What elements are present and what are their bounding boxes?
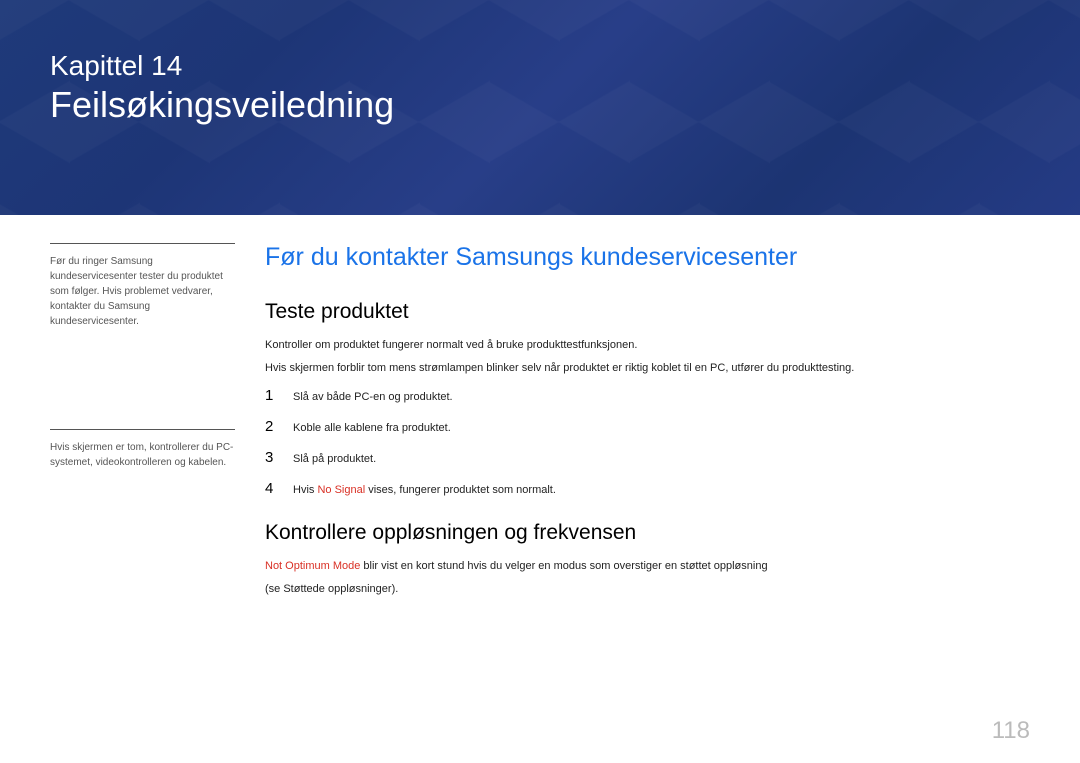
page-number: 118: [992, 717, 1030, 745]
step-number: 3: [265, 449, 293, 466]
chapter-label: Kapittel 14: [50, 50, 1080, 82]
body-text: Hvis skjermen forblir tom mens strømlamp…: [265, 359, 1030, 378]
step-suffix: vises, fungerer produktet som normalt.: [365, 484, 556, 496]
body-text: Not Optimum Mode blir vist en kort stund…: [265, 557, 1030, 576]
content-area: Før du ringer Samsung kundeservicesenter…: [0, 215, 1080, 603]
step-text: Hvis No Signal vises, fungerer produktet…: [293, 484, 556, 496]
step-prefix: Hvis: [293, 484, 317, 496]
subsection-title-2: Kontrollere oppløsningen og frekvensen: [265, 521, 1030, 545]
steps-list: 1 Slå av både PC-en og produktet. 2 Kobl…: [265, 387, 1030, 497]
chapter-banner: Kapittel 14 Feilsøkingsveiledning: [0, 0, 1080, 215]
body-text: Kontroller om produktet fungerer normalt…: [265, 336, 1030, 355]
side-note-1: Før du ringer Samsung kundeservicesenter…: [50, 243, 235, 329]
step-text: Koble alle kablene fra produktet.: [293, 422, 451, 434]
step-number: 2: [265, 418, 293, 435]
step-item: 3 Slå på produktet.: [265, 449, 1030, 466]
step-item: 1 Slå av både PC-en og produktet.: [265, 387, 1030, 404]
step-number: 4: [265, 480, 293, 497]
step-text: Slå på produktet.: [293, 453, 376, 465]
not-optimum-highlight: Not Optimum Mode: [265, 560, 360, 572]
step-item: 4 Hvis No Signal vises, fungerer produkt…: [265, 480, 1030, 497]
section-title: Før du kontakter Samsungs kundeservicese…: [265, 243, 1030, 272]
step-number: 1: [265, 387, 293, 404]
subsection-title-1: Teste produktet: [265, 300, 1030, 324]
chapter-title: Feilsøkingsveiledning: [50, 84, 1080, 126]
main-content: Før du kontakter Samsungs kundeservicese…: [255, 243, 1030, 603]
body-text: (se Støttede oppløsninger).: [265, 580, 1030, 599]
step-item: 2 Koble alle kablene fra produktet.: [265, 418, 1030, 435]
sidebar: Før du ringer Samsung kundeservicesenter…: [50, 243, 255, 603]
body-text-rest: blir vist en kort stund hvis du velger e…: [360, 560, 767, 572]
step-text: Slå av både PC-en og produktet.: [293, 391, 453, 403]
subsection-2: Kontrollere oppløsningen og frekvensen N…: [265, 521, 1030, 598]
no-signal-highlight: No Signal: [317, 484, 365, 496]
side-note-2: Hvis skjermen er tom, kontrollerer du PC…: [50, 429, 235, 470]
